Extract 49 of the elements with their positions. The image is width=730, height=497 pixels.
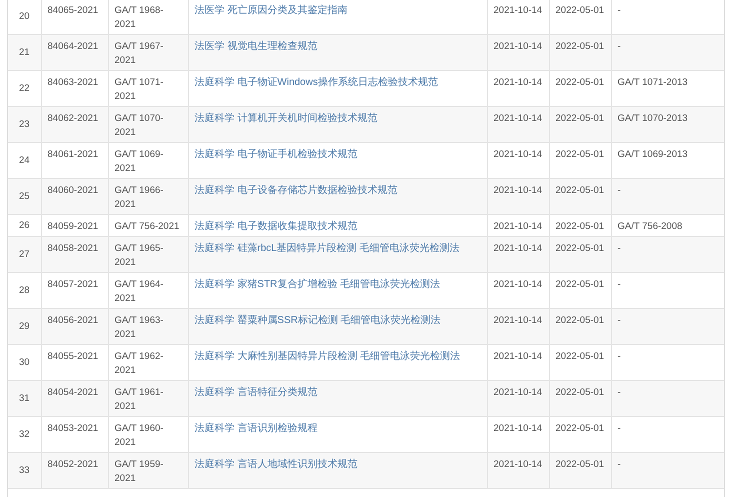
row-number: 27 <box>8 236 41 272</box>
table-cell: - <box>611 380 724 416</box>
table-cell: - <box>611 308 724 344</box>
table-cell: 2021-10-14 <box>487 178 549 214</box>
standard-title-link[interactable]: 法庭科学 言语识别检验规程 <box>194 423 318 434</box>
row-number: 31 <box>8 380 41 416</box>
table-cell: 2022-05-01 <box>549 236 611 272</box>
table-cell: 84052-2021 <box>41 452 108 488</box>
row-number: 29 <box>8 308 41 344</box>
table-cell: 84056-2021 <box>41 308 108 344</box>
table-cell: 2021-10-14 <box>487 380 549 416</box>
table-cell: GA/T 1966-2021 <box>108 178 188 214</box>
table-cell: 84060-2021 <box>41 178 108 214</box>
standard-title-link[interactable]: 法医学 视觉电生理检查规范 <box>194 41 318 52</box>
row-number: 25 <box>8 178 41 214</box>
table-cell: 84062-2021 <box>41 106 108 142</box>
table-cell: GA/T 1070-2021 <box>108 106 188 142</box>
row-number: 23 <box>8 106 41 142</box>
table-cell: - <box>611 236 724 272</box>
table-cell: 84058-2021 <box>41 236 108 272</box>
table-cell: GA/T 1967-2021 <box>108 34 188 70</box>
table-cell: 2022-05-01 <box>549 380 611 416</box>
table-cell: 2022-05-01 <box>549 178 611 214</box>
table-cell: 2022-05-01 <box>549 106 611 142</box>
standard-title-link[interactable]: 法庭科学 言语人地域性识别技术规范 <box>194 459 358 470</box>
row-number: 21 <box>8 34 41 70</box>
standard-title-link[interactable]: 法医学 死亡原因分类及其鉴定指南 <box>194 5 348 16</box>
table-cell: 2021-10-14 <box>487 308 549 344</box>
table-cell: 2021-10-14 <box>487 452 549 488</box>
standard-title-link[interactable]: 法庭科学 电子物证手机检验技术规范 <box>194 149 358 160</box>
table-cell: 84064-2021 <box>41 34 108 70</box>
table-cell: 2021-10-14 <box>487 236 549 272</box>
table-cell: GA/T 1963-2021 <box>108 308 188 344</box>
table-cell: - <box>611 178 724 214</box>
table-cell: GA/T 1959-2021 <box>108 452 188 488</box>
table-cell: 2021-10-14 <box>487 34 549 70</box>
table-cell: 2022-05-01 <box>549 452 611 488</box>
standard-title-link[interactable]: 法庭科学 计算机开关机时间检验技术规范 <box>194 113 378 124</box>
table-cell: GA/T 1961-2021 <box>108 380 188 416</box>
table-cell: 2021-10-14 <box>487 106 549 142</box>
table-cell: GA/T 1965-2021 <box>108 236 188 272</box>
table-cell: - <box>611 452 724 488</box>
standard-title-link[interactable]: 法庭科学 言语特征分类规范 <box>194 387 318 398</box>
table-cell: 84054-2021 <box>41 380 108 416</box>
table-cell: 2022-05-01 <box>549 34 611 70</box>
table-cell: GA/T 1070-2013 <box>611 106 724 142</box>
row-number: 33 <box>8 452 41 488</box>
table-cell: - <box>611 34 724 70</box>
table-cell: 2022-05-01 <box>549 308 611 344</box>
